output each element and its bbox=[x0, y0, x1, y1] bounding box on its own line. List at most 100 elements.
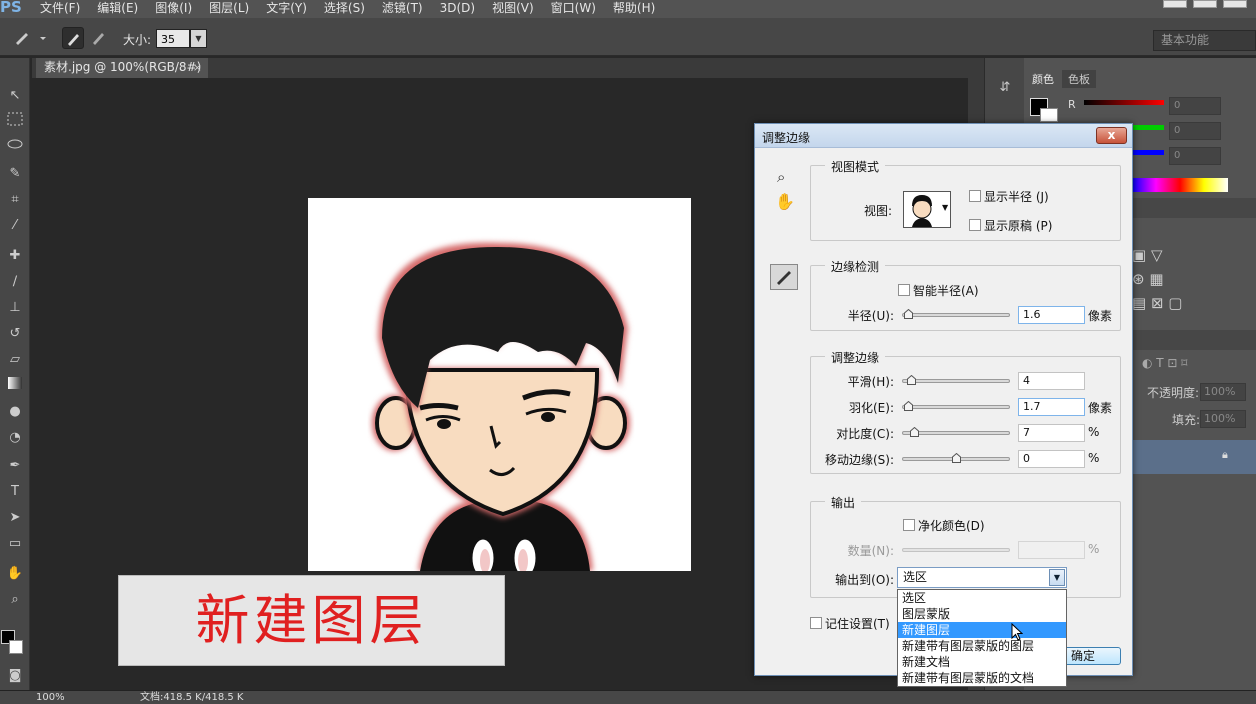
rectangle-tool-icon[interactable]: ▭ bbox=[4, 534, 26, 554]
feather-slider[interactable] bbox=[902, 401, 1010, 411]
brush-tool-icon[interactable]: ∕ bbox=[4, 272, 26, 292]
menu-select[interactable]: 选择(S) bbox=[324, 0, 365, 18]
decontaminate-checkbox[interactable] bbox=[903, 519, 915, 531]
tab-color[interactable]: 颜色 bbox=[1026, 70, 1060, 88]
contrast-input[interactable]: 7 bbox=[1018, 424, 1085, 442]
menu-3d[interactable]: 3D(D) bbox=[440, 0, 475, 18]
path-selection-tool-icon[interactable]: ➤ bbox=[4, 508, 26, 528]
shift-edge-input[interactable]: 0 bbox=[1018, 450, 1085, 468]
blue-slider[interactable] bbox=[1130, 150, 1164, 155]
menu-edit[interactable]: 编辑(E) bbox=[97, 0, 138, 18]
view-thumbnail-picker[interactable]: ▼ bbox=[903, 191, 951, 228]
maximize-button[interactable] bbox=[1193, 0, 1217, 8]
document-tab[interactable]: 素材.jpg @ 100%(RGB/8#) × bbox=[36, 58, 208, 78]
size-dropdown-button[interactable]: ▼ bbox=[190, 29, 207, 48]
layer-row-selected[interactable]: 🔒︎ bbox=[1132, 440, 1256, 474]
shift-edge-slider-thumb[interactable] bbox=[952, 453, 961, 463]
adjustment-icons[interactable]: ▣ ▽ ⊛ ▦ ▤ ⊠ ▢ bbox=[1132, 243, 1202, 313]
menu-filter[interactable]: 滤镜(T) bbox=[382, 0, 423, 18]
menu-file[interactable]: 文件(F) bbox=[40, 0, 80, 18]
history-panel-icon[interactable]: ⇵ bbox=[995, 80, 1015, 100]
menu-image[interactable]: 图像(I) bbox=[155, 0, 192, 18]
tool-preset-picker[interactable] bbox=[12, 27, 46, 49]
red-value-input[interactable]: 0 bbox=[1169, 97, 1221, 115]
menu-view[interactable]: 视图(V) bbox=[492, 0, 534, 18]
panel-background-swatch[interactable] bbox=[1040, 108, 1058, 122]
healing-brush-tool-icon[interactable]: ✚ bbox=[4, 246, 26, 266]
color-ramp[interactable] bbox=[1132, 178, 1228, 192]
feather-slider-thumb[interactable] bbox=[904, 401, 913, 411]
smooth-slider-thumb[interactable] bbox=[907, 375, 916, 385]
refine-radius-tool-button[interactable] bbox=[62, 27, 84, 49]
refine-radius-tool[interactable] bbox=[770, 264, 798, 290]
menu-layer[interactable]: 图层(L) bbox=[209, 0, 249, 18]
history-brush-tool-icon[interactable]: ↺ bbox=[4, 324, 26, 344]
menu-type[interactable]: 文字(Y) bbox=[266, 0, 307, 18]
green-value-input[interactable]: 0 bbox=[1169, 122, 1221, 140]
dodge-tool-icon[interactable]: ◔ bbox=[4, 428, 26, 448]
background-color-swatch[interactable] bbox=[9, 640, 23, 654]
lasso-tool-icon[interactable] bbox=[4, 138, 26, 158]
smart-radius-checkbox[interactable] bbox=[898, 284, 910, 296]
green-slider[interactable] bbox=[1130, 125, 1164, 130]
eyedropper-tool-icon[interactable]: ⁄ bbox=[4, 216, 26, 236]
dialog-close-button[interactable]: x bbox=[1096, 127, 1127, 144]
erase-refinements-tool-button[interactable] bbox=[88, 27, 110, 49]
crop-tool-icon[interactable]: ⌗ bbox=[4, 190, 26, 210]
fill-label: 填充: bbox=[1172, 413, 1201, 427]
layer-filter-icons[interactable]: ◐ T ⊡ ⌑ bbox=[1142, 356, 1187, 370]
radius-slider[interactable] bbox=[902, 309, 1010, 319]
remember-settings-checkbox[interactable] bbox=[810, 617, 822, 629]
opacity-input[interactable]: 100% bbox=[1200, 383, 1246, 401]
pen-tool-icon[interactable]: ✒ bbox=[4, 456, 26, 476]
close-tab-icon[interactable]: × bbox=[193, 58, 202, 77]
dropdown-option-new-layer[interactable]: 新建图层 bbox=[898, 622, 1066, 638]
output-to-select[interactable]: 选区 ▼ bbox=[897, 567, 1067, 588]
dropdown-option-new-document[interactable]: 新建文档 bbox=[898, 654, 1066, 670]
menu-help[interactable]: 帮助(H) bbox=[613, 0, 655, 18]
clone-stamp-tool-icon[interactable]: ⊥ bbox=[4, 298, 26, 318]
document-canvas[interactable] bbox=[308, 198, 691, 571]
quick-selection-tool-icon[interactable]: ✎ bbox=[4, 164, 26, 184]
move-tool-icon[interactable]: ↖ bbox=[4, 86, 26, 106]
fill-input[interactable]: 100% bbox=[1200, 410, 1246, 428]
eraser-tool-icon[interactable]: ▱ bbox=[4, 350, 26, 370]
quick-mask-icon[interactable]: ◙ bbox=[4, 666, 26, 686]
dropdown-option-new-document-with-mask[interactable]: 新建带有图层蒙版的文档 bbox=[898, 670, 1066, 686]
smooth-input[interactable]: 4 bbox=[1018, 372, 1085, 390]
tab-swatches[interactable]: 色板 bbox=[1062, 70, 1096, 88]
menu-window[interactable]: 窗口(W) bbox=[551, 0, 596, 18]
contrast-slider-thumb[interactable] bbox=[910, 427, 919, 437]
radius-input[interactable]: 1.6 bbox=[1018, 306, 1085, 324]
workspace-switcher[interactable]: 基本功能 bbox=[1153, 30, 1256, 51]
size-input[interactable]: 35 bbox=[156, 29, 190, 48]
dialog-titlebar[interactable]: 调整边缘 x bbox=[755, 124, 1132, 148]
dropdown-option-layer-mask[interactable]: 图层蒙版 bbox=[898, 606, 1066, 622]
smooth-slider[interactable] bbox=[902, 375, 1010, 385]
gradient-tool-icon[interactable] bbox=[4, 376, 26, 396]
blur-tool-icon[interactable]: ● bbox=[4, 402, 26, 422]
zoom-level[interactable]: 100% bbox=[36, 691, 65, 704]
feather-input[interactable]: 1.7 bbox=[1018, 398, 1085, 416]
blue-value-input[interactable]: 0 bbox=[1169, 147, 1221, 165]
close-window-button[interactable] bbox=[1223, 0, 1247, 8]
dropdown-option-new-layer-with-mask[interactable]: 新建带有图层蒙版的图层 bbox=[898, 638, 1066, 654]
refine-brush-icon bbox=[777, 271, 791, 285]
output-dropdown-button[interactable]: ▼ bbox=[1049, 569, 1065, 586]
red-slider[interactable] bbox=[1084, 100, 1164, 105]
radius-slider-thumb[interactable] bbox=[904, 309, 913, 319]
zoom-tool-icon[interactable]: ⌕ bbox=[4, 590, 26, 610]
shift-edge-slider[interactable] bbox=[902, 453, 1010, 463]
zoom-icon[interactable]: ⌕ bbox=[777, 168, 785, 186]
amount-input[interactable] bbox=[1018, 541, 1085, 559]
minimize-button[interactable] bbox=[1163, 0, 1187, 8]
dropdown-option-selection[interactable]: 选区 bbox=[898, 590, 1066, 606]
amount-slider[interactable] bbox=[902, 548, 1010, 552]
hand-icon[interactable]: ✋ bbox=[775, 192, 795, 211]
show-radius-checkbox[interactable] bbox=[969, 190, 981, 202]
show-original-checkbox[interactable] bbox=[969, 219, 981, 231]
type-tool-icon[interactable]: T bbox=[4, 482, 26, 502]
marquee-tool-icon[interactable] bbox=[4, 112, 26, 132]
contrast-slider[interactable] bbox=[902, 427, 1010, 437]
hand-tool-icon[interactable]: ✋ bbox=[4, 564, 26, 584]
